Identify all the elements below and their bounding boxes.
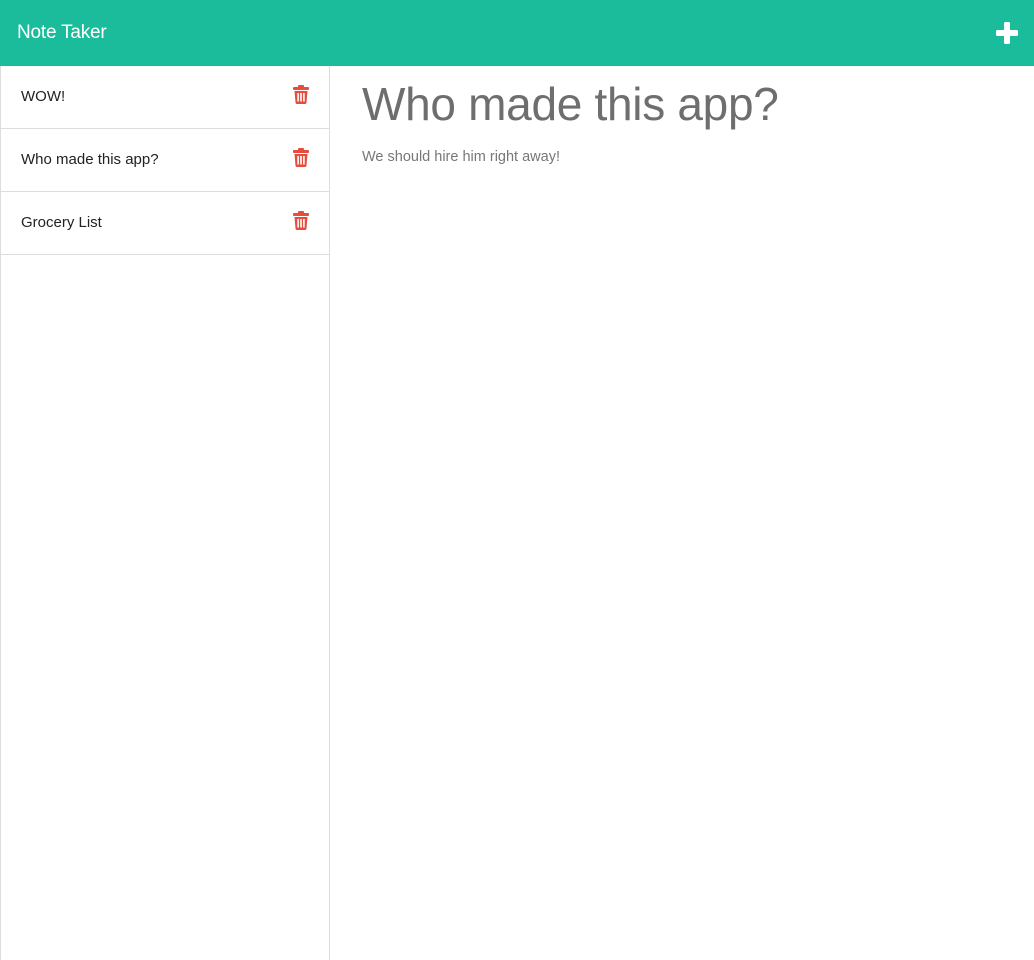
note-list: WOW! Who made this app? Grocery List: [1, 66, 329, 255]
note-text-field[interactable]: We should hire him right away!: [362, 147, 1002, 167]
navbar: Note Taker: [0, 0, 1034, 66]
note-editor: Who made this app? We should hire him ri…: [330, 66, 1034, 960]
new-note-button[interactable]: [993, 19, 1021, 47]
list-item[interactable]: WOW!: [1, 66, 329, 129]
trash-icon[interactable]: [292, 84, 310, 104]
brand-title[interactable]: Note Taker: [17, 22, 107, 44]
list-item[interactable]: Grocery List: [1, 192, 329, 255]
note-title-field[interactable]: Who made this app?: [362, 78, 1002, 130]
note-title[interactable]: Grocery List: [21, 214, 102, 231]
list-item[interactable]: Who made this app?: [1, 129, 329, 192]
note-title[interactable]: WOW!: [21, 88, 65, 105]
plus-icon: [996, 22, 1018, 44]
sidebar: WOW! Who made this app? Grocery List: [0, 66, 330, 960]
trash-icon[interactable]: [292, 147, 310, 167]
trash-icon[interactable]: [292, 210, 310, 230]
note-title[interactable]: Who made this app?: [21, 151, 159, 168]
